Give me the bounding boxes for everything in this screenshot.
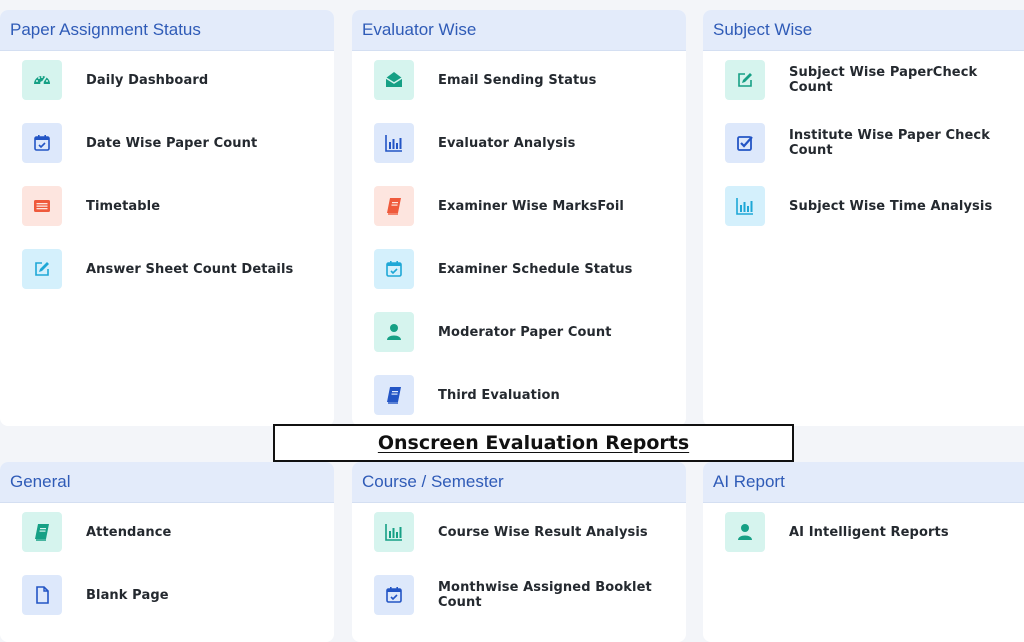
menu-item-attendance[interactable]: Attendance bbox=[22, 512, 171, 552]
menu-item-date-wise-paper-count[interactable]: Date Wise Paper Count bbox=[22, 123, 257, 163]
menu-item-label: AI Intelligent Reports bbox=[789, 524, 949, 540]
menu-item-moderator-paper-count[interactable]: Moderator Paper Count bbox=[374, 312, 612, 352]
panel-title: Course / Semester bbox=[362, 472, 504, 491]
bar-chart-icon bbox=[725, 186, 765, 226]
menu-item-subject-wise-time-analysis[interactable]: Subject Wise Time Analysis bbox=[725, 186, 992, 226]
panel-header: Paper Assignment Status bbox=[0, 10, 334, 51]
book-icon bbox=[374, 186, 414, 226]
menu-item-answer-sheet-count-details[interactable]: Answer Sheet Count Details bbox=[22, 249, 293, 289]
menu-item-timetable[interactable]: Timetable bbox=[22, 186, 160, 226]
menu-item-label: Course Wise Result Analysis bbox=[438, 524, 648, 540]
menu-item-label: Third Evaluation bbox=[438, 387, 560, 403]
menu-item-label: Institute Wise Paper Check Count bbox=[789, 128, 990, 158]
menu-item-label: Email Sending Status bbox=[438, 72, 597, 88]
menu-item-label: Subject Wise Time Analysis bbox=[789, 198, 993, 214]
menu-item-label: Examiner Schedule Status bbox=[438, 261, 633, 277]
list-card-icon bbox=[22, 186, 62, 226]
calendar-check-icon bbox=[374, 249, 414, 289]
panel-header: Evaluator Wise bbox=[352, 10, 686, 51]
panel-title: Evaluator Wise bbox=[362, 20, 477, 39]
menu-item-examiner-wise-marksfoil[interactable]: Examiner Wise MarksFoil bbox=[374, 186, 624, 226]
panel-general: General Attendance Blank Page bbox=[0, 462, 334, 642]
bar-chart-icon bbox=[374, 512, 414, 552]
panel-course-semester: Course / Semester Course Wise Result Ana… bbox=[352, 462, 686, 642]
calendar-check-icon bbox=[22, 123, 62, 163]
menu-item-label: Attendance bbox=[86, 524, 172, 540]
menu-item-monthwise-assigned-booklet-count[interactable]: Monthwise Assigned Booklet Count bbox=[374, 575, 686, 615]
menu-item-label: Daily Dashboard bbox=[86, 72, 209, 88]
menu-item-label: Evaluator Analysis bbox=[438, 135, 576, 151]
edit-icon bbox=[725, 60, 765, 100]
user-icon bbox=[725, 512, 765, 552]
menu-item-ai-intelligent-reports[interactable]: AI Intelligent Reports bbox=[725, 512, 949, 552]
panel-title: Paper Assignment Status bbox=[10, 20, 201, 39]
panel-header: General bbox=[0, 462, 334, 503]
menu-item-label: Date Wise Paper Count bbox=[86, 135, 258, 151]
edit-icon bbox=[22, 249, 62, 289]
panel-title: Subject Wise bbox=[713, 20, 813, 39]
calendar-check-icon bbox=[374, 575, 414, 615]
bar-chart-icon bbox=[374, 123, 414, 163]
speedometer-icon bbox=[22, 60, 62, 100]
envelope-open-icon bbox=[374, 60, 414, 100]
menu-item-daily-dashboard[interactable]: Daily Dashboard bbox=[22, 60, 208, 100]
reports-banner: Onscreen Evaluation Reports bbox=[273, 424, 794, 462]
menu-item-subject-wise-papercheck-count[interactable]: Subject Wise PaperCheck Count bbox=[725, 60, 1024, 100]
menu-item-label: Answer Sheet Count Details bbox=[86, 261, 294, 277]
panel-header: Course / Semester bbox=[352, 462, 686, 503]
menu-item-label: Blank Page bbox=[86, 587, 169, 603]
menu-item-label: Subject Wise PaperCheck Count bbox=[789, 65, 978, 95]
panel-header: Subject Wise bbox=[703, 10, 1024, 51]
book-icon bbox=[22, 512, 62, 552]
menu-item-examiner-schedule-status[interactable]: Examiner Schedule Status bbox=[374, 249, 633, 289]
menu-item-third-evaluation[interactable]: Third Evaluation bbox=[374, 375, 560, 415]
menu-item-label: Examiner Wise MarksFoil bbox=[438, 198, 624, 214]
menu-item-evaluator-analysis[interactable]: Evaluator Analysis bbox=[374, 123, 575, 163]
panel-ai-report: AI Report AI Intelligent Reports bbox=[703, 462, 1024, 642]
menu-item-blank-page[interactable]: Blank Page bbox=[22, 575, 169, 615]
checkbox-icon bbox=[725, 123, 765, 163]
panel-header: AI Report bbox=[703, 462, 1024, 503]
panel-evaluator-wise: Evaluator Wise Email Sending Status Eval… bbox=[352, 10, 686, 426]
menu-item-institute-wise-paper-check-count[interactable]: Institute Wise Paper Check Count bbox=[725, 123, 1024, 163]
file-icon bbox=[22, 575, 62, 615]
menu-item-email-sending-status[interactable]: Email Sending Status bbox=[374, 60, 596, 100]
panel-title: AI Report bbox=[713, 472, 785, 491]
menu-item-label: Moderator Paper Count bbox=[438, 324, 612, 340]
menu-item-label: Timetable bbox=[86, 198, 161, 214]
menu-item-label: Monthwise Assigned Booklet Count bbox=[438, 580, 652, 610]
panel-paper-assignment-status: Paper Assignment Status Daily Dashboard … bbox=[0, 10, 334, 426]
banner-title: Onscreen Evaluation Reports bbox=[377, 432, 690, 454]
book-icon bbox=[374, 375, 414, 415]
menu-item-course-wise-result-analysis[interactable]: Course Wise Result Analysis bbox=[374, 512, 648, 552]
user-icon bbox=[374, 312, 414, 352]
panel-title: General bbox=[10, 472, 71, 491]
panel-subject-wise: Subject Wise Subject Wise PaperCheck Cou… bbox=[703, 10, 1024, 426]
